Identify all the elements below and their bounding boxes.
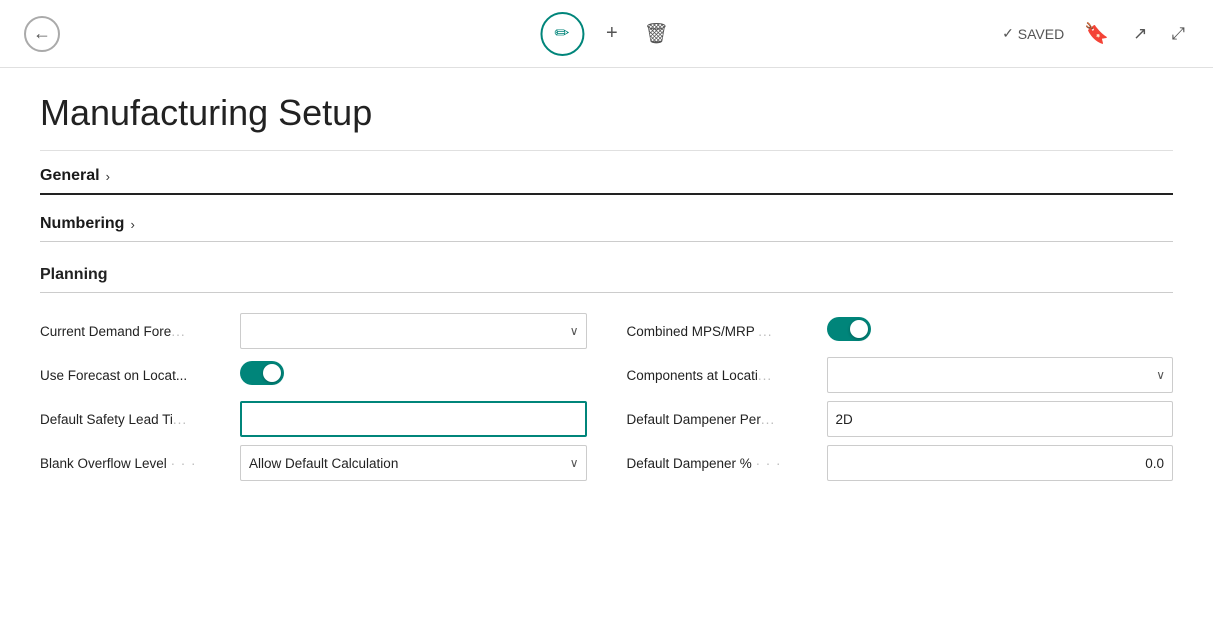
components-at-location-select[interactable] (827, 357, 1174, 393)
saved-status: ✓ SAVED (1002, 25, 1064, 42)
current-demand-forecast-label: Current Demand Fore... (40, 324, 240, 339)
expand-button[interactable]: ⤢ (1167, 20, 1189, 48)
use-forecast-location-row: Use Forecast on Locat... (40, 353, 587, 397)
use-forecast-location-control (240, 361, 587, 390)
general-section-header[interactable]: General › (40, 167, 1173, 195)
toolbar: ← ✏ + 🗑 ✓ SAVED 🔖 ↗ ⤢ (0, 0, 1213, 68)
default-dampener-period-control (827, 401, 1174, 437)
page-content: Manufacturing Setup General › Numbering … (0, 68, 1213, 625)
export-icon: ↗ (1133, 24, 1147, 44)
use-forecast-location-toggle[interactable] (240, 361, 284, 385)
combined-toggle-track (827, 317, 871, 341)
default-dampener-period-label: Default Dampener Per... (627, 412, 827, 427)
default-dampener-period-row: Default Dampener Per... (627, 397, 1174, 441)
components-at-location-row: Components at Locati... ∨ (627, 353, 1174, 397)
default-safety-lead-control (240, 401, 587, 437)
default-dampener-period-input[interactable] (827, 401, 1174, 437)
components-at-location-control: ∨ (827, 357, 1174, 393)
left-column: Current Demand Fore... ∨ Use Forecast on… (40, 309, 587, 485)
default-dampener-percent-control (827, 445, 1174, 481)
components-at-location-label: Components at Locati... (627, 368, 827, 383)
general-chevron-icon: › (106, 169, 110, 184)
expand-icon: ⤢ (1171, 24, 1185, 44)
bookmark-button[interactable]: 🔖 (1080, 17, 1113, 50)
export-button[interactable]: ↗ (1129, 20, 1151, 48)
back-button[interactable]: ← (24, 16, 60, 52)
bookmark-icon: 🔖 (1084, 21, 1109, 46)
toggle-thumb (263, 364, 281, 382)
general-section-title: General (40, 167, 100, 185)
default-dampener-percent-label: Default Dampener % · · · (627, 456, 827, 471)
combined-mps-mrp-row: Combined MPS/MRP ... (627, 309, 1174, 353)
default-dampener-percent-row: Default Dampener % · · · (627, 441, 1174, 485)
use-forecast-location-label: Use Forecast on Locat... (40, 368, 240, 383)
blank-overflow-level-label: Blank Overflow Level · · · (40, 456, 240, 471)
saved-label: SAVED (1018, 26, 1064, 42)
current-demand-forecast-select[interactable] (240, 313, 587, 349)
delete-icon: 🗑 (644, 21, 669, 46)
edit-button[interactable]: ✏ (540, 12, 584, 56)
blank-overflow-level-row: Blank Overflow Level · · · Allow Default… (40, 441, 587, 485)
checkmark-icon: ✓ (1002, 25, 1014, 42)
combined-toggle-thumb (850, 320, 868, 338)
numbering-section-title: Numbering (40, 215, 124, 233)
add-icon: + (606, 22, 618, 45)
planning-section-title: Planning (40, 266, 108, 284)
toggle-track (240, 361, 284, 385)
combined-mps-mrp-control (827, 317, 1174, 346)
blank-overflow-level-control: Allow Default Calculation No Overflow Fi… (240, 445, 587, 481)
combined-mps-mrp-toggle[interactable] (827, 317, 871, 341)
back-icon: ← (33, 23, 51, 44)
default-dampener-percent-input[interactable] (827, 445, 1174, 481)
numbering-section-header[interactable]: Numbering › (40, 215, 1173, 242)
blank-overflow-level-select[interactable]: Allow Default Calculation No Overflow Fi… (240, 445, 587, 481)
current-demand-forecast-row: Current Demand Fore... ∨ (40, 309, 587, 353)
default-safety-lead-input[interactable] (240, 401, 587, 437)
toolbar-center-actions: ✏ + 🗑 (540, 12, 673, 56)
page-title: Manufacturing Setup (40, 92, 1173, 134)
add-button[interactable]: + (602, 18, 622, 49)
current-demand-forecast-control: ∨ (240, 313, 587, 349)
combined-mps-mrp-label: Combined MPS/MRP ... (627, 324, 827, 339)
default-safety-lead-label: Default Safety Lead Ti... (40, 412, 240, 427)
fields-grid: Current Demand Fore... ∨ Use Forecast on… (40, 309, 1173, 485)
numbering-chevron-icon: › (130, 217, 134, 232)
default-safety-lead-row: Default Safety Lead Ti... (40, 397, 587, 441)
edit-icon: ✏ (554, 23, 569, 44)
right-column: Combined MPS/MRP ... Components at Locat… (627, 309, 1174, 485)
planning-section-header: Planning (40, 266, 1173, 293)
delete-button[interactable]: 🗑 (640, 17, 673, 50)
toolbar-right-actions: ✓ SAVED 🔖 ↗ ⤢ (1002, 17, 1189, 50)
planning-section: Planning Current Demand Fore... ∨ (40, 266, 1173, 485)
